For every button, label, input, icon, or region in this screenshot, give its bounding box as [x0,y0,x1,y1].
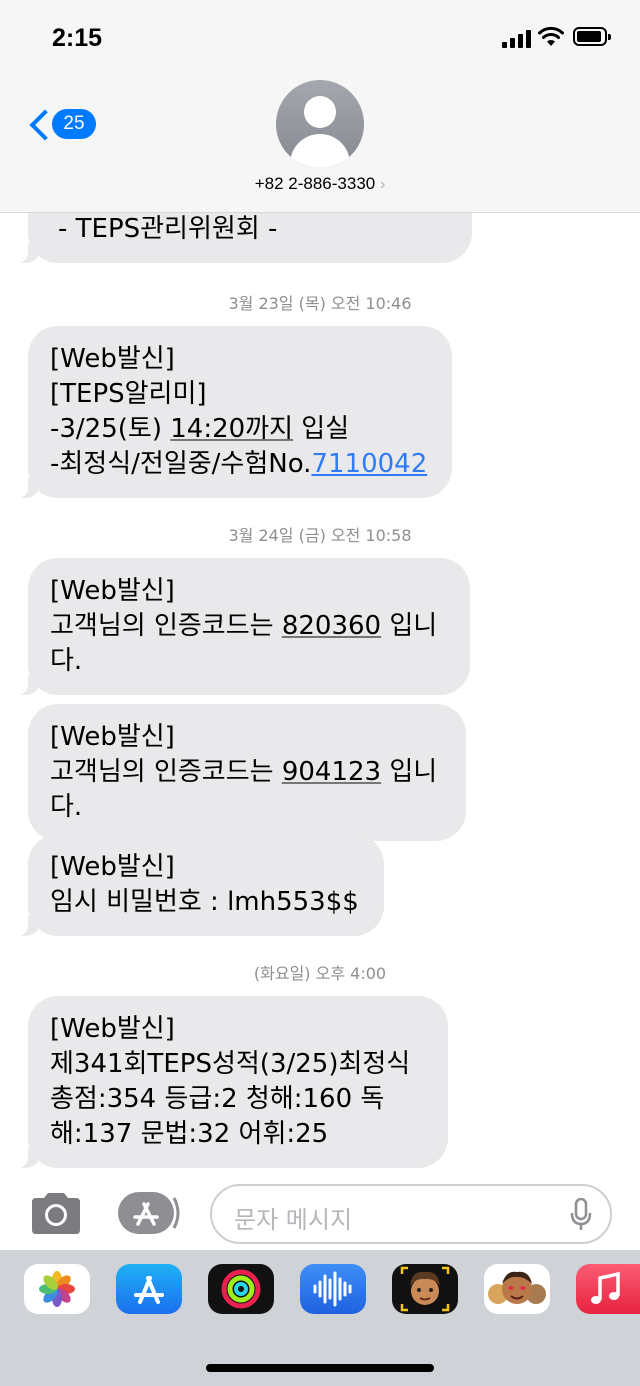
music-icon[interactable] [576,1264,640,1314]
message-line: 고객님의 인증코드는 904123 입니 [50,757,438,787]
wifi-icon [538,26,564,46]
phone-number-link[interactable]: 7110042 [311,449,427,479]
timestamp: 3월 23일 (목) 오전 10:46 [228,294,412,313]
message-line: 제341회TEPS성적(3/25)최정식 [50,1049,411,1079]
message-bubble[interactable]: [Web발신] [TEPS알리미] -3/25(토) 14:20까지 입실 -최… [14,326,452,498]
message-bubble[interactable]: [Web발신] 고객님의 인증코드는 904123 입니 다. [28,704,466,841]
message-line: [Web발신] [50,852,175,882]
microphone-icon[interactable] [570,1198,592,1232]
memoji-icon[interactable] [392,1264,458,1314]
unread-count-badge: 25 [52,109,96,139]
conversation-header: 2:15 25 +82 2-886-3330 › [0,0,640,213]
message-input[interactable]: 문자 메시지 [210,1184,612,1244]
chevron-right-icon: › [379,176,386,193]
battery-icon [573,27,611,46]
timestamp: 3월 24일 (금) 오전 10:58 [228,526,412,545]
message-line: -최정식/전일중/수험No.7110042 [50,449,428,479]
home-indicator[interactable] [206,1364,434,1372]
message-bubble[interactable]: [Web발신] 임시 비밀번호 : lmh553$$ [14,834,384,936]
contact-avatar[interactable] [276,80,364,168]
message-line: -3/25(토) 14:20까지 입실 [50,414,350,444]
message-line: 해:137 문법:32 어휘:25 [50,1119,329,1149]
message-thread[interactable]: - TEPS관리위원회 - 3월 23일 (목) 오전 10:46 [Web발신… [0,212,640,1178]
activity-icon[interactable] [208,1264,274,1314]
message-line: [Web발신] [50,344,175,374]
composer-bar: 문자 메시지 [0,1178,640,1250]
status-time: 2:15 [52,24,103,52]
contact-name[interactable]: +82 2-886-3330 › [0,174,640,194]
message-line: 고객님의 인증코드는 820360 입니 [50,611,438,641]
contact-number: +82 2-886-3330 [254,174,376,193]
timestamp: (화요일) 오후 4:00 [253,964,387,983]
app-store-icon[interactable] [116,1264,182,1314]
message-line: 다. [50,646,83,676]
message-input-placeholder: 문자 메시지 [234,1206,353,1234]
camera-icon[interactable] [28,1190,84,1236]
message-line: [Web발신] [50,722,175,752]
message-line: [Web발신] [50,576,175,606]
message-line: [Web발신] [50,1014,175,1044]
photos-icon[interactable] [24,1264,90,1314]
verification-code-link[interactable]: 820360 [282,611,381,641]
message-line: 다. [50,792,83,822]
message-line: [TEPS알리미] [50,379,207,409]
verification-code-link[interactable]: 904123 [282,757,381,787]
app-store-button-icon[interactable] [118,1192,182,1234]
message-line: 임시 비밀번호 : lmh553$$ [50,887,359,917]
message-bubble[interactable]: [Web발신] 제341회TEPS성적(3/25)최정식 총점:354 등급:2… [14,996,448,1168]
audio-message-icon[interactable] [300,1264,366,1314]
detected-time-link[interactable]: 14:20까지 [170,414,293,444]
message-bubble[interactable]: [Web발신] 고객님의 인증코드는 820360 입니 다. [14,558,470,695]
message-bubble[interactable]: - TEPS관리위원회 - [14,212,472,263]
back-button[interactable]: 25 [24,104,104,144]
animoji-icon[interactable] [484,1264,550,1314]
message-line: 총점:354 등급:2 청해:160 독 [50,1084,385,1114]
message-text: - TEPS관리위원회 - [58,214,278,244]
cellular-signal-icon [502,30,532,48]
